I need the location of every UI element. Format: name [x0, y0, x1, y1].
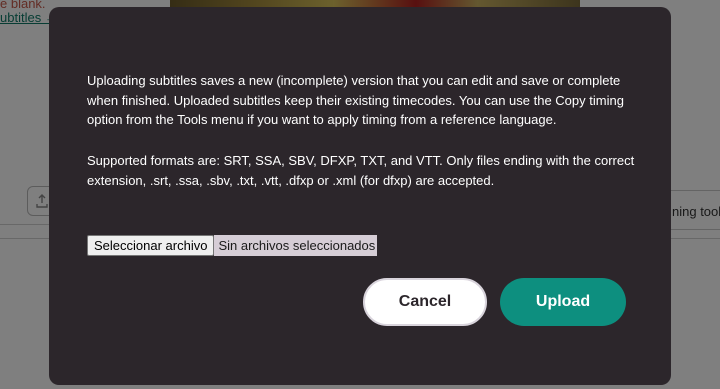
cancel-button[interactable]: Cancel [363, 278, 487, 326]
supported-formats-text: Supported formats are: SRT, SSA, SBV, DF… [87, 153, 635, 188]
choose-file-button[interactable]: Seleccionar archivo [87, 235, 215, 256]
dialog-description: Uploading subtitles saves a new (incompl… [87, 73, 624, 127]
upload-subtitles-dialog: Uploading subtitles saves a new (incompl… [49, 7, 671, 385]
file-status-text: Sin archivos seleccionados [214, 235, 378, 256]
file-input[interactable]: Seleccionar archivo Sin archivos selecci… [87, 235, 378, 256]
upload-button[interactable]: Upload [500, 278, 626, 326]
